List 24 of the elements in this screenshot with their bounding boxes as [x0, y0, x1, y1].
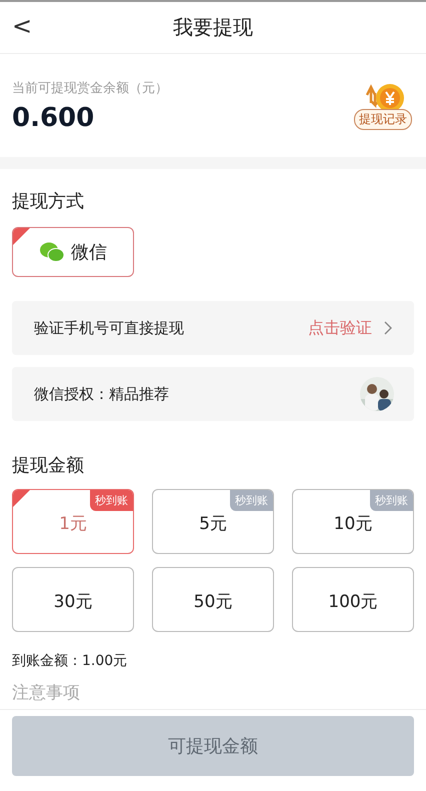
instant-badge: 秒到账 — [230, 490, 273, 511]
amount-option[interactable]: 50元 — [152, 567, 274, 632]
amount-option[interactable]: 100元 — [292, 567, 414, 632]
amount-option[interactable]: 秒到账 10元 — [292, 489, 414, 554]
amount-option[interactable]: 秒到账 1元 — [12, 489, 134, 554]
amount-option[interactable]: 秒到账 5元 — [152, 489, 274, 554]
recommend-row[interactable]: 微信授权：精品推荐 — [12, 367, 414, 421]
payment-method-option[interactable]: 微信 — [12, 227, 134, 277]
section-heading: 提现金额 — [12, 454, 85, 477]
row-label: 微信授权：精品推荐 — [34, 384, 170, 404]
section-heading: 提现方式 — [12, 190, 85, 213]
balance-amount: 0.600 — [12, 102, 96, 132]
back-button[interactable]: < — [8, 12, 36, 40]
notes-heading: 注意事项 — [12, 683, 80, 703]
received-amount: 到账金额：1.00元 — [12, 652, 128, 670]
page-title: 我要提现 — [173, 14, 253, 41]
balance-label: 当前可提现赏金余额（元） — [12, 80, 168, 96]
withdrawal-records-button[interactable]: 提现记录 — [354, 109, 412, 130]
verify-phone-row[interactable]: 验证手机号可直接提现 点击验证 — [12, 301, 414, 355]
amount-option[interactable]: 30元 — [12, 567, 134, 632]
instant-badge: 秒到账 — [370, 490, 413, 511]
instant-badge: 秒到账 — [90, 490, 133, 511]
chat-bubbles-icon — [39, 241, 65, 263]
chevron-right-icon — [384, 321, 392, 335]
